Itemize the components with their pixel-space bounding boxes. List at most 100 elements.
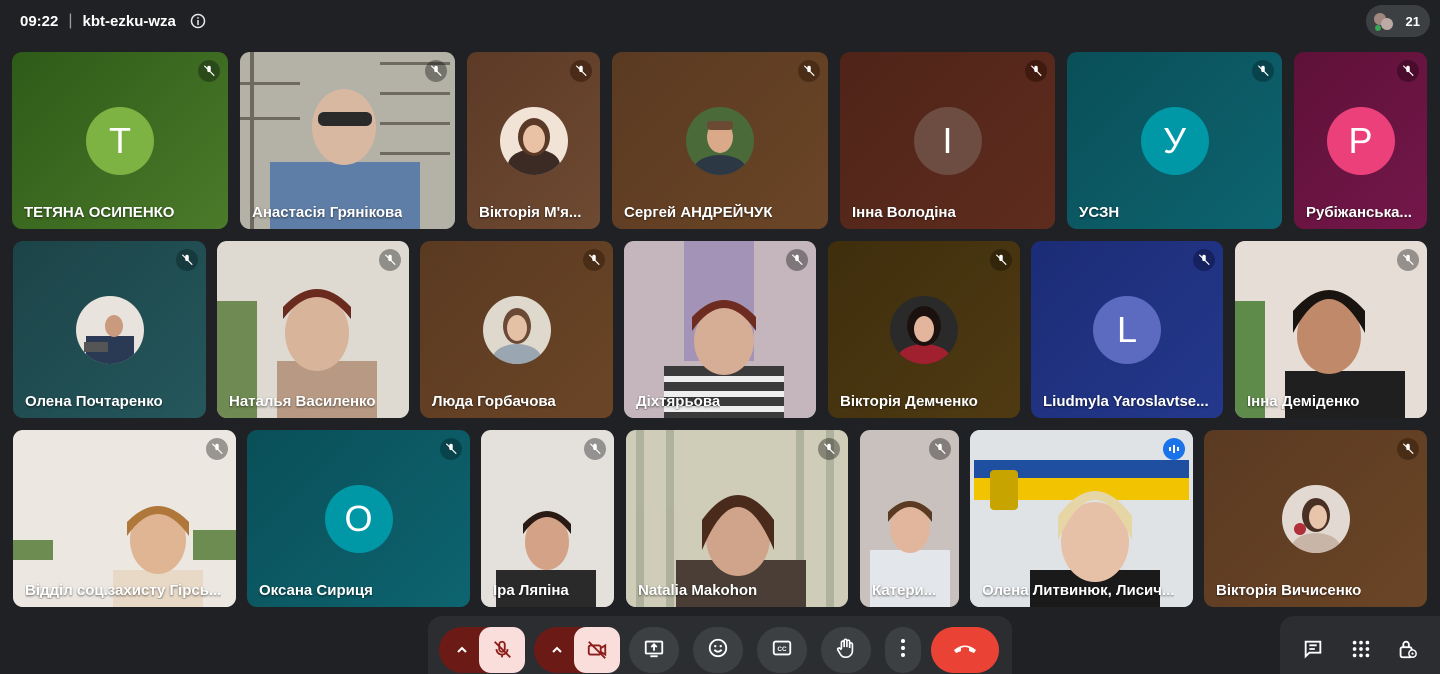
participant-name: Вікторія Вичисенко [1216,582,1362,599]
participant-name: Natalia Makohon [638,582,758,599]
bottom-control-bar: CC [0,616,1440,674]
participant-tile[interactable]: T ТЕТЯНА ОСИПЕНКО [12,52,228,229]
avatar: І [913,106,982,175]
separator: | [68,12,73,29]
mic-off-icon [198,60,220,82]
mic-off-icon [990,249,1012,271]
meeting-code: kbt-ezku-wza [82,12,176,30]
raise-hand-button[interactable] [821,627,871,673]
avatar [75,295,144,364]
mic-off-icon [1193,249,1215,271]
mic-off-icon [584,438,606,460]
participant-tile[interactable]: Вікторія М'я... [467,52,600,229]
participant-tile[interactable]: Вікторія Демченко [828,241,1020,418]
video-feed [13,430,236,607]
activities-icon[interactable] [1350,638,1372,660]
participant-tile[interactable]: Відділ соц.захисту Гірсь... [13,430,236,607]
participant-name: ТЕТЯНА ОСИПЕНКО [24,204,175,221]
raise-hand-icon [835,637,857,664]
mic-off-icon [1397,438,1419,460]
participant-name: Інна Володіна [852,204,956,221]
participant-tile-active-speaker[interactable]: Олена Литвинюк, Лисич... [970,430,1193,607]
participant-tile[interactable]: Р Рубіжанська... [1294,52,1427,229]
microphone-control[interactable] [439,627,525,673]
avatar [890,295,958,364]
svg-text:CC: CC [777,646,787,653]
participant-name: Олена Почтаренко [25,393,163,410]
mic-options-chevron-icon[interactable] [449,627,475,673]
mic-off-icon [176,249,198,271]
info-icon[interactable] [190,13,206,29]
video-feed [217,241,409,418]
participant-tile[interactable]: Олена Почтаренко [13,241,206,418]
avatar: О [324,484,393,553]
participant-name: Люда Горбачова [432,393,556,410]
participant-name: Оксана Сириця [259,582,373,599]
host-controls-icon[interactable] [1396,638,1418,660]
participant-name: Вікторія Демченко [840,393,978,410]
participant-tile[interactable]: У УСЗН [1067,52,1282,229]
avatar: У [1140,106,1209,175]
more-options-button[interactable] [885,627,921,673]
chat-icon[interactable] [1302,638,1324,660]
clock: 09:22 [20,12,59,30]
avatar: Р [1326,106,1395,175]
mic-off-icon[interactable] [479,627,525,673]
participant-tile[interactable]: L Liudmyla Yaroslavtse... [1031,241,1223,418]
present-screen-button[interactable] [629,627,679,673]
reactions-button[interactable] [693,627,743,673]
avatar [686,106,754,175]
avatar [1281,484,1350,553]
participants-avatars-icon [1372,11,1394,33]
camera-options-chevron-icon[interactable] [544,627,570,673]
participant-tile[interactable]: І Інна Володіна [840,52,1055,229]
participant-tile[interactable]: Анастасія Грянікова [240,52,455,229]
mic-off-icon [1025,60,1047,82]
participant-tile[interactable]: Люда Горбачова [420,241,613,418]
participant-name: Рубіжанська... [1306,204,1412,221]
top-bar: 09:22 | kbt-ezku-wza 21 [0,0,1440,42]
participant-name: Катери... [872,582,937,599]
emoji-icon [707,637,729,664]
participant-name: Інна Деміденко [1247,393,1360,410]
participant-name: Іра Ляпіна [493,582,569,599]
video-feed [970,430,1193,607]
mic-off-icon [379,249,401,271]
mic-off-icon [929,438,951,460]
participant-tile[interactable]: Інна Деміденко [1235,241,1427,418]
participants-button[interactable]: 21 [1366,5,1430,37]
avatar [482,295,551,364]
participant-tile[interactable]: Катери... [860,430,959,607]
camera-off-icon[interactable] [574,627,620,673]
avatar: L [1093,295,1161,364]
participant-tile[interactable]: Natalia Makohon [626,430,848,607]
leave-call-button[interactable] [931,627,999,673]
video-feed [1235,241,1427,418]
participant-count: 21 [1405,13,1420,29]
mic-off-icon [425,60,447,82]
captions-button[interactable]: CC [757,627,807,673]
side-panel-controls [1280,616,1440,674]
participant-tile[interactable]: Сергей АНДРЕЙЧУК [612,52,828,229]
participant-tile[interactable]: Іра Ляпіна [481,430,614,607]
participant-name: Наталья Василенко [229,393,376,410]
participant-name: УСЗН [1079,204,1120,221]
avatar: T [86,106,154,175]
participant-name: Вікторія М'я... [479,204,582,221]
participant-name: Олена Литвинюк, Лисич... [982,582,1175,599]
participant-tile[interactable]: Діхтярьова [624,241,816,418]
end-call-icon [952,641,978,660]
participant-tile[interactable]: Вікторія Вичисенко [1204,430,1427,607]
participant-tile[interactable]: О Оксана Сириця [247,430,470,607]
mic-off-icon [440,438,462,460]
mic-off-icon [206,438,228,460]
present-screen-icon [643,637,665,664]
mic-off-icon [570,60,592,82]
camera-control[interactable] [534,627,620,673]
mic-off-icon [1252,60,1274,82]
more-options-icon [900,638,906,663]
participant-tile[interactable]: Наталья Василенко [217,241,409,418]
avatar [499,106,568,175]
participant-name: Діхтярьова [636,393,721,410]
mic-off-icon [1397,60,1419,82]
